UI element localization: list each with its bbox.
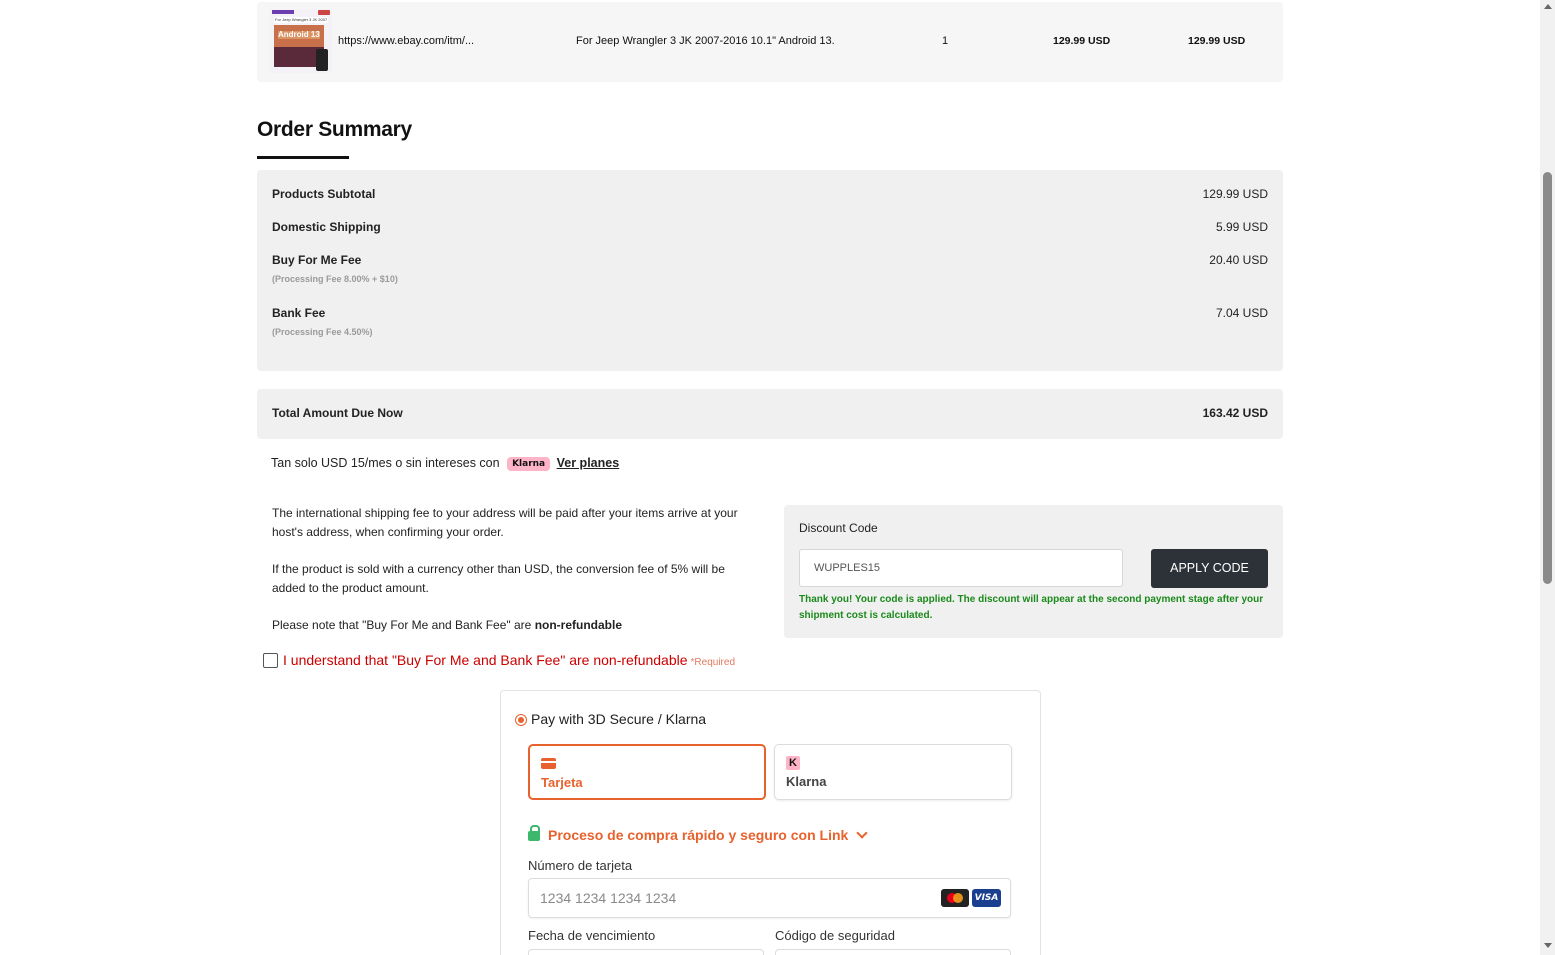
title-underline xyxy=(257,156,349,159)
expiry-input[interactable] xyxy=(528,949,764,955)
thumb-label: Android 13 xyxy=(278,30,320,39)
agreement-label[interactable]: I understand that "Buy For Me and Bank F… xyxy=(283,652,735,668)
scroll-down-arrow-icon[interactable] xyxy=(1544,943,1552,948)
order-summary-title: Order Summary xyxy=(257,118,412,141)
summary-sub-buy-for-me-fee: (Processing Fee 8.00% + $10) xyxy=(272,274,398,284)
thumb-caption: For Jeep Wrangler 3 JK 2007-2016 xyxy=(275,17,327,22)
refund-note-text: Please note that "Buy For Me and Bank Fe… xyxy=(272,618,532,632)
order-summary-panel: Products Subtotal 129.99 USD Domestic Sh… xyxy=(257,170,1283,371)
card-number-label: Número de tarjeta xyxy=(528,858,633,873)
cvc-label: Código de seguridad xyxy=(775,928,895,943)
agreement-label-text: I understand that "Buy For Me and Bank F… xyxy=(283,652,688,668)
summary-label-bank-fee: Bank Fee xyxy=(272,306,326,320)
card-number-placeholder: 1234 1234 1234 1234 xyxy=(540,890,677,906)
klarna-badge-icon: Klarna xyxy=(507,457,551,471)
summary-value-buy-for-me-fee: 20.40 USD xyxy=(1209,253,1268,267)
summary-label-subtotal: Products Subtotal xyxy=(272,187,376,201)
klarna-plans-link[interactable]: Ver planes xyxy=(557,456,620,470)
link-checkout-text: Proceso de compra rápido y seguro con Li… xyxy=(548,827,849,843)
link-checkout-toggle[interactable]: Proceso de compra rápido y seguro con Li… xyxy=(528,825,868,843)
summary-sub-bank-fee: (Processing Fee 4.50%) xyxy=(272,327,373,337)
product-row: For Jeep Wrangler 3 JK 2007-2016 Android… xyxy=(257,2,1283,82)
scrollbar[interactable] xyxy=(1540,0,1555,955)
scroll-up-arrow-icon[interactable] xyxy=(1544,4,1552,9)
payment-method-radio[interactable] xyxy=(515,714,527,726)
expiry-label: Fecha de vencimiento xyxy=(528,928,656,943)
summary-value-bank-fee: 7.04 USD xyxy=(1215,306,1268,320)
refund-note: Please note that "Buy For Me and Bank Fe… xyxy=(272,616,752,635)
credit-card-icon xyxy=(541,758,556,769)
discount-panel: Discount Code WUPPLES15 APPLY CODE Thank… xyxy=(784,505,1283,638)
chevron-down-icon xyxy=(856,827,868,839)
payment-box: Pay with 3D Secure / Klarna Tarjeta K Kl… xyxy=(500,690,1041,955)
klarna-promo-text: Tan solo USD 15/mes o sin intereses con xyxy=(271,456,500,470)
cvc-input[interactable] xyxy=(775,949,1011,955)
product-unit-price: 129.99 USD xyxy=(1053,35,1111,47)
checkout-page: For Jeep Wrangler 3 JK 2007-2016 Android… xyxy=(0,0,1540,955)
summary-label-shipping: Domestic Shipping xyxy=(272,220,381,234)
tab-klarna-label: Klarna xyxy=(786,774,827,789)
klarna-icon: K xyxy=(786,756,800,770)
summary-value-subtotal: 129.99 USD xyxy=(1202,187,1268,201)
discount-success-message: Thank you! Your code is applied. The dis… xyxy=(799,594,1264,621)
payment-method-label[interactable]: Pay with 3D Secure / Klarna xyxy=(531,711,706,727)
summary-label-buy-for-me-fee: Buy For Me Fee xyxy=(272,253,362,267)
apply-code-button[interactable]: APPLY CODE xyxy=(1151,549,1268,588)
scrollbar-thumb[interactable] xyxy=(1543,172,1552,584)
product-quantity: 1 xyxy=(942,35,949,47)
agreement-checkbox[interactable] xyxy=(263,653,278,668)
discount-title: Discount Code xyxy=(799,521,878,535)
mastercard-icon xyxy=(941,889,969,907)
summary-value-shipping: 5.99 USD xyxy=(1215,220,1268,234)
lock-icon xyxy=(528,825,540,841)
total-amount-panel: Total Amount Due Now 163.42 USD xyxy=(257,389,1283,439)
tab-tarjeta[interactable]: Tarjeta xyxy=(528,744,766,800)
visa-icon: VISA xyxy=(972,889,1001,907)
tab-tarjeta-label: Tarjeta xyxy=(541,775,583,790)
refund-note-bold: non-refundable xyxy=(534,618,623,632)
total-label: Total Amount Due Now xyxy=(272,406,403,420)
discount-code-input[interactable]: WUPPLES15 xyxy=(799,549,1123,587)
product-url[interactable]: https://www.ebay.com/itm/... xyxy=(338,35,474,47)
klarna-promo: Tan solo USD 15/mes o sin intereses con … xyxy=(271,456,619,471)
product-total-price: 129.99 USD xyxy=(1188,35,1246,47)
card-number-input[interactable]: 1234 1234 1234 1234 VISA xyxy=(528,878,1011,918)
required-marker: *Required xyxy=(690,657,736,668)
product-title: For Jeep Wrangler 3 JK 2007-2016 10.1" A… xyxy=(576,35,835,47)
product-thumbnail[interactable]: For Jeep Wrangler 3 JK 2007-2016 Android… xyxy=(270,9,332,73)
total-value: 163.42 USD xyxy=(1202,406,1268,420)
shipping-note: The international shipping fee to your a… xyxy=(272,506,738,539)
tab-klarna[interactable]: K Klarna xyxy=(774,744,1012,800)
currency-note: If the product is sold with a currency o… xyxy=(272,562,725,595)
